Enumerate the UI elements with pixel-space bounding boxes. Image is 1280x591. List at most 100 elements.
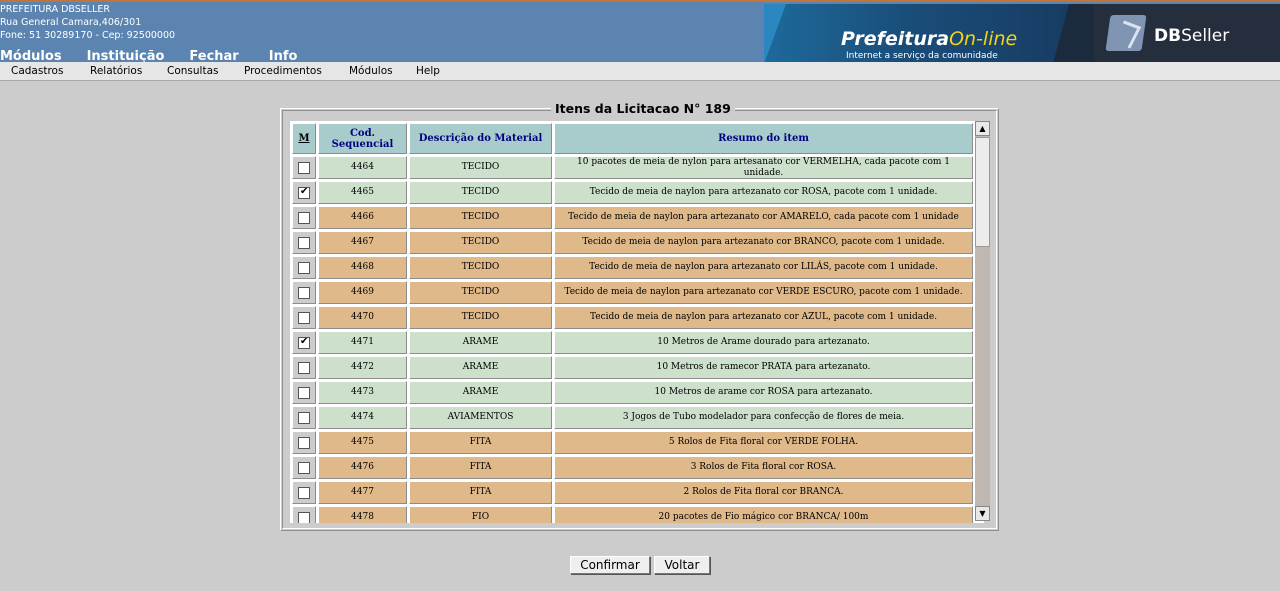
row-checkbox[interactable]: [298, 511, 310, 523]
row-checkbox-cell: [292, 181, 316, 204]
back-button[interactable]: Voltar: [654, 556, 710, 574]
items-fieldset: Itens da Licitacao N° 189 M Cod. Sequenc…: [280, 101, 999, 531]
row-checkbox[interactable]: [298, 236, 310, 249]
brand-main: Prefeitura: [841, 28, 950, 50]
menu-modulos[interactable]: Módulos: [349, 65, 393, 77]
row-code: 4477: [318, 481, 407, 504]
row-checkbox[interactable]: [298, 186, 310, 199]
row-checkbox[interactable]: [298, 286, 310, 299]
row-summary: 5 Rolos de Fita floral cor VERDE FOLHA.: [554, 431, 973, 454]
row-summary: 3 Rolos de Fita floral cor ROSA.: [554, 456, 973, 479]
menu-help[interactable]: Help: [416, 65, 440, 77]
institution-address: Rua General Camara,406/301: [0, 17, 142, 28]
row-code: 4464: [318, 156, 407, 179]
row-summary: Tecido de meia de naylon para artezanato…: [554, 306, 973, 329]
row-code: 4474: [318, 406, 407, 429]
menu-procedimentos[interactable]: Procedimentos: [244, 65, 322, 77]
row-summary: 10 pacotes de meia de nylon para artesan…: [554, 156, 973, 179]
row-checkbox[interactable]: [298, 211, 310, 224]
row-material: TECIDO: [409, 281, 552, 304]
row-material: AVIAMENTOS: [409, 406, 552, 429]
row-checkbox-cell: [292, 506, 316, 523]
row-checkbox-cell: [292, 381, 316, 404]
row-checkbox[interactable]: [298, 261, 310, 274]
row-checkbox-cell: [292, 231, 316, 254]
row-material: TECIDO: [409, 231, 552, 254]
menu-bar: Cadastros Relatórios Consultas Procedime…: [0, 62, 1280, 81]
brand-accent: On-line: [949, 28, 1018, 50]
row-summary: Tecido de meia de naylon para artezanato…: [554, 206, 973, 229]
row-checkbox-cell: [292, 306, 316, 329]
prefeitura-online-logo: PrefeituraOn-line: [841, 28, 1017, 50]
row-material: TECIDO: [409, 181, 552, 204]
row-summary: Tecido de meia de naylon para artezanato…: [554, 231, 973, 254]
vendor-bold: DB: [1154, 26, 1182, 46]
row-checkbox[interactable]: [298, 311, 310, 324]
header-mark[interactable]: M: [292, 123, 316, 154]
row-checkbox-cell: [292, 356, 316, 379]
items-table: M Cod. Sequencial Descrição do Material …: [290, 121, 984, 523]
confirm-button[interactable]: Confirmar: [570, 556, 650, 574]
app-header: PREFEITURA DBSELLER Rua General Camara,4…: [0, 0, 1280, 64]
row-summary: 2 Rolos de Fita floral cor BRANCA.: [554, 481, 973, 504]
row-checkbox-cell: [292, 406, 316, 429]
menu-cadastros[interactable]: Cadastros: [11, 65, 63, 77]
row-code: 4466: [318, 206, 407, 229]
row-checkbox[interactable]: [298, 386, 310, 399]
dbseller-logo-text: DBSeller: [1154, 26, 1229, 46]
row-material: TECIDO: [409, 256, 552, 279]
row-code: 4471: [318, 331, 407, 354]
row-code: 4472: [318, 356, 407, 379]
dbseller-logo-icon: [1105, 15, 1147, 51]
row-summary: 3 Jogos de Tubo modelador para confecção…: [554, 406, 973, 429]
header-summary: Resumo do item: [554, 123, 973, 154]
row-checkbox[interactable]: [298, 336, 310, 349]
row-material: ARAME: [409, 356, 552, 379]
row-checkbox[interactable]: [298, 161, 310, 174]
row-material: FIO: [409, 506, 552, 523]
row-code: 4470: [318, 306, 407, 329]
row-material: FITA: [409, 431, 552, 454]
row-checkbox[interactable]: [298, 461, 310, 474]
row-material: TECIDO: [409, 306, 552, 329]
scroll-down-icon[interactable]: ▼: [975, 506, 990, 521]
row-summary: 10 Metros de ramecor PRATA para artezana…: [554, 356, 973, 379]
institution-name: PREFEITURA DBSELLER: [0, 4, 110, 15]
vendor-rest: Seller: [1181, 26, 1230, 46]
row-material: FITA: [409, 481, 552, 504]
row-material: ARAME: [409, 381, 552, 404]
row-summary: Tecido de meia de naylon para artezanato…: [554, 256, 973, 279]
row-checkbox-cell: [292, 456, 316, 479]
row-material: TECIDO: [409, 156, 552, 179]
row-code: 4475: [318, 431, 407, 454]
header-material: Descrição do Material: [409, 123, 552, 154]
table-scrollbar[interactable]: ▲ ▼: [975, 121, 990, 521]
row-summary: Tecido de meia de naylon para artezanato…: [554, 281, 973, 304]
panel-title: Itens da Licitacao N° 189: [551, 101, 735, 116]
row-code: 4476: [318, 456, 407, 479]
row-checkbox-cell: [292, 156, 316, 179]
row-checkbox-cell: [292, 281, 316, 304]
row-checkbox[interactable]: [298, 411, 310, 424]
banner: PrefeituraOn-line Internet a serviço da …: [764, 4, 1280, 64]
row-summary: 10 Metros de arame cor ROSA para artezan…: [554, 381, 973, 404]
row-code: 4473: [318, 381, 407, 404]
row-material: FITA: [409, 456, 552, 479]
row-checkbox-cell: [292, 431, 316, 454]
brand-tagline: Internet a serviço da comunidade: [846, 51, 998, 61]
row-checkbox[interactable]: [298, 486, 310, 499]
menu-relatorios[interactable]: Relatórios: [90, 65, 142, 77]
scroll-up-icon[interactable]: ▲: [975, 121, 990, 136]
row-summary: 10 Metros de Arame dourado para artezana…: [554, 331, 973, 354]
row-checkbox[interactable]: [298, 361, 310, 374]
row-checkbox[interactable]: [298, 436, 310, 449]
row-checkbox-cell: [292, 206, 316, 229]
menu-consultas[interactable]: Consultas: [167, 65, 218, 77]
row-material: ARAME: [409, 331, 552, 354]
row-summary: 20 pacotes de Fio mágico cor BRANCA/ 100…: [554, 506, 973, 523]
institution-info: PREFEITURA DBSELLER Rua General Camara,4…: [0, 3, 175, 42]
row-code: 4469: [318, 281, 407, 304]
row-material: TECIDO: [409, 206, 552, 229]
scroll-thumb[interactable]: [975, 137, 990, 247]
row-code: 4468: [318, 256, 407, 279]
